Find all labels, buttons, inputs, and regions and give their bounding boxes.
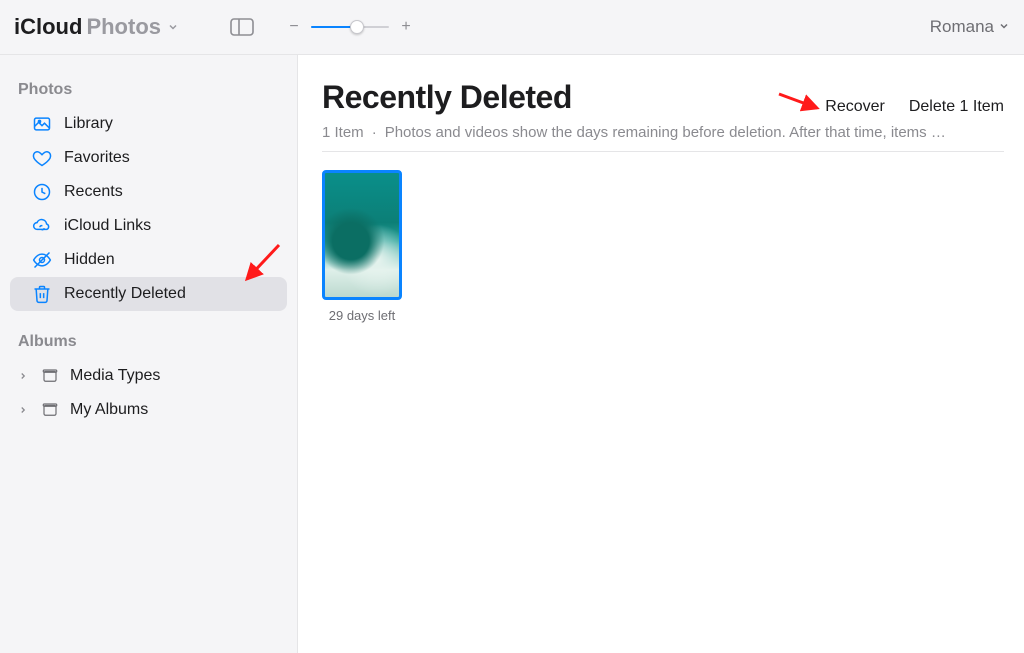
eye-off-icon (32, 250, 52, 270)
thumbnail-grid: 29 days left (322, 152, 1004, 323)
sidebar-item-label: Hidden (64, 251, 115, 269)
library-icon (32, 114, 52, 134)
chevron-right-icon (16, 405, 30, 415)
sidebar-item-label: Library (64, 115, 113, 133)
zoom-control: − + (287, 18, 413, 36)
section-name: Photos (86, 14, 161, 40)
trash-icon (32, 284, 52, 304)
account-menu[interactable]: Romana (930, 17, 1010, 37)
chevron-right-icon (16, 371, 30, 381)
sidebar-item-my-albums[interactable]: My Albums (10, 393, 287, 427)
photo-thumbnail[interactable] (322, 170, 402, 300)
sidebar-section-header-photos: Photos (10, 77, 287, 107)
page-title: Recently Deleted (322, 79, 572, 116)
zoom-slider-thumb[interactable] (350, 20, 364, 34)
chevron-down-icon (167, 21, 179, 33)
folder-icon (40, 366, 60, 386)
sidebar-item-library[interactable]: Library (10, 107, 287, 141)
sidebar-item-label: Recents (64, 183, 123, 201)
toolbar: iCloud Photos − + Romana (0, 0, 1024, 55)
app-title-dropdown[interactable]: iCloud Photos (14, 14, 179, 40)
sidebar: Photos Library Favorites (0, 55, 298, 653)
sidebar-item-icloud-links[interactable]: iCloud Links (10, 209, 287, 243)
sidebar-section-header-albums: Albums (10, 329, 287, 359)
sidebar-item-label: Recently Deleted (64, 285, 186, 303)
sidebar-item-label: Media Types (70, 367, 160, 385)
description-text: Photos and videos show the days remainin… (385, 124, 946, 141)
cloud-link-icon (32, 216, 52, 236)
folder-icon (40, 400, 60, 420)
heart-icon (32, 148, 52, 168)
sidebar-item-label: iCloud Links (64, 217, 151, 235)
app-name: iCloud (14, 14, 82, 40)
zoom-in-button[interactable]: + (399, 18, 413, 36)
sidebar-item-label: My Albums (70, 401, 148, 419)
sidebar-item-recents[interactable]: Recents (10, 175, 287, 209)
sidebar-item-recently-deleted[interactable]: Recently Deleted (10, 277, 287, 311)
meta-row: 1 Item · Photos and videos show the days… (322, 116, 1004, 152)
delete-button[interactable]: Delete 1 Item (909, 98, 1004, 116)
chevron-down-icon (998, 17, 1010, 37)
zoom-slider[interactable] (311, 19, 389, 35)
separator-dot: · (372, 124, 377, 141)
sidebar-item-label: Favorites (64, 149, 130, 167)
account-name: Romana (930, 17, 994, 37)
days-left-label: 29 days left (329, 308, 396, 323)
clock-icon (32, 182, 52, 202)
action-bar: Recover Delete 1 Item (825, 98, 1004, 116)
sidebar-toggle-button[interactable] (227, 16, 257, 38)
item-count: 1 Item (322, 124, 364, 141)
zoom-out-button[interactable]: − (287, 18, 301, 36)
recover-button[interactable]: Recover (825, 98, 885, 116)
main-content: Recently Deleted Recover Delete 1 Item 1… (298, 55, 1024, 653)
thumbnail-item: 29 days left (322, 170, 402, 323)
sidebar-item-media-types[interactable]: Media Types (10, 359, 287, 393)
sidebar-item-hidden[interactable]: Hidden (10, 243, 287, 277)
annotation-arrow-icon (777, 90, 823, 116)
sidebar-item-favorites[interactable]: Favorites (10, 141, 287, 175)
